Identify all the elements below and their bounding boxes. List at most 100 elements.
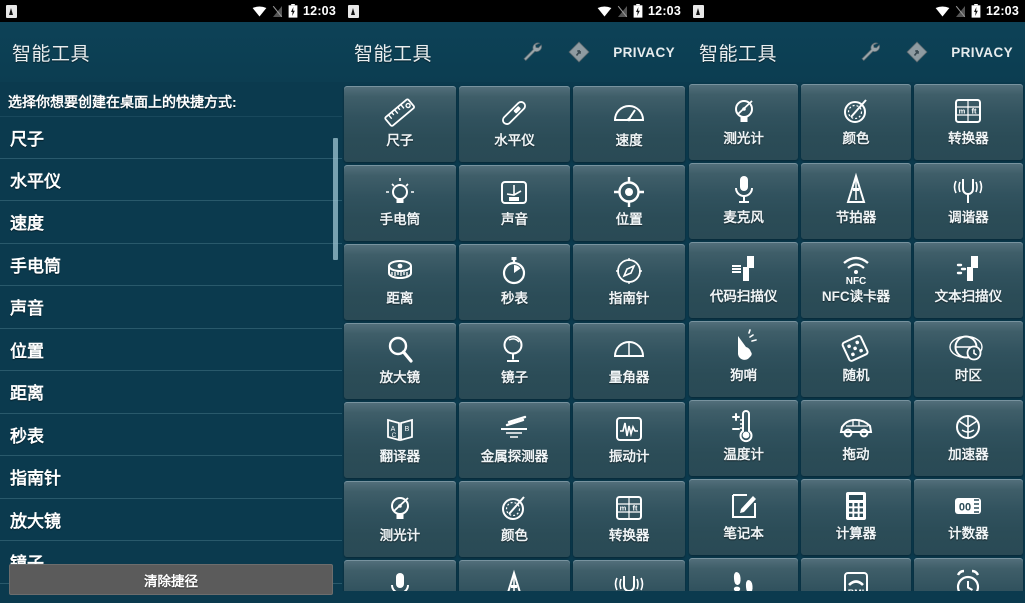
- list-scrollbar[interactable]: [333, 138, 338, 260]
- tile-compass[interactable]: 指南针: [573, 244, 685, 320]
- middle-tile-grid: 尺子 水平仪 速度 手电筒 声音 位置 距离 秒表 指南针 放大镜 镜子 量角器…: [342, 86, 687, 603]
- flashlight-bulb-icon: [381, 173, 419, 211]
- page-title: 智能工具: [699, 43, 778, 65]
- tile-label: NFC读卡器: [821, 289, 891, 304]
- list-item[interactable]: 秒表: [0, 414, 342, 456]
- list-item[interactable]: 放大镜: [0, 499, 342, 541]
- tile-label: 放大镜: [379, 370, 421, 385]
- action-bar-actions: PRIVACY: [857, 39, 1013, 65]
- tile-color[interactable]: 颜色: [458, 481, 571, 557]
- no-signal-icon: [955, 5, 966, 17]
- wrench-icon[interactable]: [857, 39, 883, 65]
- tile-dog-whistle[interactable]: 狗哨: [689, 321, 799, 397]
- shortcut-list[interactable]: 尺子 水平仪 速度 手电筒 声音 位置 距离 秒表 指南针 放大镜 镜子: [0, 116, 342, 584]
- tile-label: 振动计: [608, 449, 650, 464]
- alarm-clock-icon: [949, 566, 987, 603]
- tile-counter[interactable]: 00 计数器: [913, 479, 1023, 555]
- barcode-scanner-icon: [725, 250, 763, 288]
- tile-converter[interactable]: m ft 转换器: [913, 84, 1023, 160]
- microphone-icon: [381, 568, 419, 603]
- dice-icon: [837, 329, 875, 367]
- microphone-icon: [725, 171, 763, 209]
- tile-pedometer[interactable]: [689, 558, 799, 603]
- clear-shortcuts-button[interactable]: 清除捷径: [9, 564, 333, 595]
- tile-mirror[interactable]: 镜子: [458, 323, 571, 399]
- svg-text:NFC: NFC: [846, 276, 867, 287]
- tile-timezone[interactable]: 时区: [913, 321, 1023, 397]
- tile-light-meter[interactable]: 测光计: [689, 84, 799, 160]
- tile-label: 文本扫描仪: [934, 289, 1003, 304]
- mirror-icon: [495, 331, 533, 369]
- battery-charging-icon: [971, 4, 981, 18]
- list-item[interactable]: 距离: [0, 371, 342, 414]
- left-panel: 12:03 智能工具 选择你想要创建在桌面上的快捷方式: 尺子 水平仪 速度 手…: [0, 0, 342, 603]
- tile-bmi[interactable]: BMI: [801, 558, 911, 603]
- status-time: 12:03: [648, 4, 681, 18]
- tile-microphone[interactable]: [344, 560, 456, 603]
- tile-label: 加速器: [948, 447, 989, 462]
- list-item[interactable]: 水平仪: [0, 159, 342, 201]
- magnifier-icon: [381, 331, 419, 369]
- tile-random[interactable]: 随机: [801, 321, 911, 397]
- svg-text:m: m: [620, 504, 627, 513]
- counter-icon: 00: [949, 487, 987, 525]
- tile-tuner[interactable]: [573, 560, 685, 603]
- diamond-arrow-icon[interactable]: [567, 40, 591, 64]
- light-meter-icon: [725, 92, 763, 130]
- tile-label: 水平仪: [494, 133, 535, 148]
- diamond-arrow-icon[interactable]: [905, 40, 929, 64]
- thermometer-icon: [725, 408, 763, 446]
- tile-level[interactable]: 水平仪: [458, 86, 571, 162]
- tile-protractor[interactable]: 量角器: [573, 323, 685, 399]
- svg-text:B: B: [404, 426, 409, 433]
- tile-translator[interactable]: ABC 翻译器: [344, 402, 456, 478]
- tile-accelerometer[interactable]: 加速器: [913, 400, 1023, 476]
- tile-label: 笔记本: [723, 526, 764, 541]
- tile-distance[interactable]: 距离: [344, 244, 456, 320]
- tile-flashlight[interactable]: 手电筒: [344, 165, 456, 241]
- tile-tuner[interactable]: 调谐器: [913, 163, 1023, 239]
- shortcut-hint: 选择你想要创建在桌面上的快捷方式:: [8, 94, 237, 110]
- tile-label: 测光计: [723, 131, 764, 146]
- tape-measure-icon: [381, 252, 419, 290]
- status-bar-right: 12:03: [687, 0, 1025, 22]
- tile-metronome[interactable]: [458, 560, 571, 603]
- tile-notepad[interactable]: 笔记本: [689, 479, 799, 555]
- tile-nfc-reader[interactable]: NFC NFC读卡器: [801, 242, 911, 318]
- tile-converter[interactable]: m ft 转换器: [573, 481, 685, 557]
- tile-barcode-scanner[interactable]: 代码扫描仪: [689, 242, 799, 318]
- tile-stopwatch[interactable]: 秒表: [458, 244, 571, 320]
- status-left-icons: [693, 4, 704, 18]
- wifi-icon: [252, 6, 267, 17]
- middle-panel: 12:03 智能工具 PRIVACY 尺子 水平仪 速度 手电筒 声音 位置 距…: [342, 0, 687, 603]
- privacy-button[interactable]: PRIVACY: [951, 45, 1013, 60]
- list-item[interactable]: 尺子: [0, 116, 342, 159]
- tile-ruler[interactable]: 尺子: [344, 86, 456, 162]
- tile-vibration[interactable]: 振动计: [573, 402, 685, 478]
- tile-microphone[interactable]: 麦克风: [689, 163, 799, 239]
- tile-calculator[interactable]: 计算器: [801, 479, 911, 555]
- tile-sound[interactable]: 声音: [458, 165, 571, 241]
- tile-light-meter[interactable]: 测光计: [344, 481, 456, 557]
- tile-location[interactable]: 位置: [573, 165, 685, 241]
- tile-metal-detector[interactable]: 金属探测器: [458, 402, 571, 478]
- privacy-button[interactable]: PRIVACY: [613, 45, 675, 60]
- list-item[interactable]: 指南针: [0, 456, 342, 499]
- list-item[interactable]: 手电筒: [0, 244, 342, 286]
- list-item[interactable]: 位置: [0, 329, 342, 371]
- list-item[interactable]: 声音: [0, 286, 342, 329]
- tile-text-scanner[interactable]: 文本扫描仪: [913, 242, 1023, 318]
- tile-metronome[interactable]: 节拍器: [801, 163, 911, 239]
- tile-label: 转换器: [608, 528, 650, 543]
- tile-speed[interactable]: 速度: [573, 86, 685, 162]
- tile-color[interactable]: 颜色: [801, 84, 911, 160]
- unit-converter-icon: m ft: [610, 489, 648, 527]
- wrench-icon[interactable]: [519, 39, 545, 65]
- tile-drag[interactable]: 拖动: [801, 400, 911, 476]
- tile-magnifier[interactable]: 放大镜: [344, 323, 456, 399]
- vibration-meter-icon: [610, 410, 648, 448]
- tile-alarm-clock[interactable]: [913, 558, 1023, 603]
- list-item[interactable]: 速度: [0, 201, 342, 244]
- tile-thermometer[interactable]: 温度计: [689, 400, 799, 476]
- tile-label: 拖动: [842, 447, 870, 462]
